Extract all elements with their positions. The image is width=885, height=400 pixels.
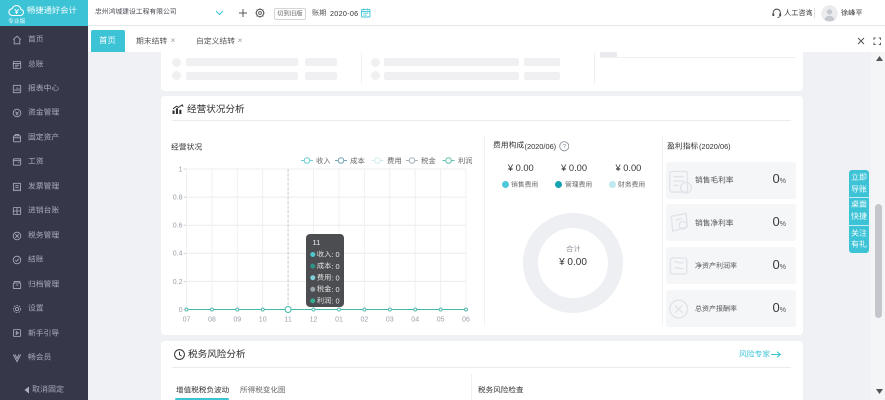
svg-text:08: 08: [208, 317, 216, 324]
svg-text:02: 02: [361, 317, 369, 324]
svg-text:0.8: 0.8: [173, 195, 183, 202]
svg-text:1: 1: [179, 166, 183, 173]
svg-text:01: 01: [335, 317, 343, 324]
svg-text:: 0: : 0: [331, 273, 339, 282]
svg-text:05: 05: [437, 317, 445, 324]
svg-text:12: 12: [310, 317, 318, 324]
svg-text:0.2: 0.2: [173, 279, 183, 286]
svg-text:0: 0: [179, 307, 183, 314]
svg-text:06: 06: [462, 317, 470, 324]
svg-text:11: 11: [284, 317, 291, 324]
svg-text:?: ?: [562, 144, 566, 151]
svg-text:: 0: : 0: [331, 296, 339, 305]
svg-text:10: 10: [259, 317, 267, 324]
svg-text:07: 07: [183, 317, 191, 324]
svg-text:0.6: 0.6: [173, 223, 183, 230]
svg-text:11: 11: [313, 238, 321, 247]
svg-text:03: 03: [386, 317, 394, 324]
svg-text:: 0: : 0: [331, 285, 339, 294]
svg-text:: 0: : 0: [331, 261, 339, 270]
svg-text:04: 04: [411, 317, 419, 324]
svg-text:: 0: : 0: [331, 250, 339, 259]
svg-text:09: 09: [233, 317, 241, 324]
svg-text:0.4: 0.4: [173, 251, 183, 258]
